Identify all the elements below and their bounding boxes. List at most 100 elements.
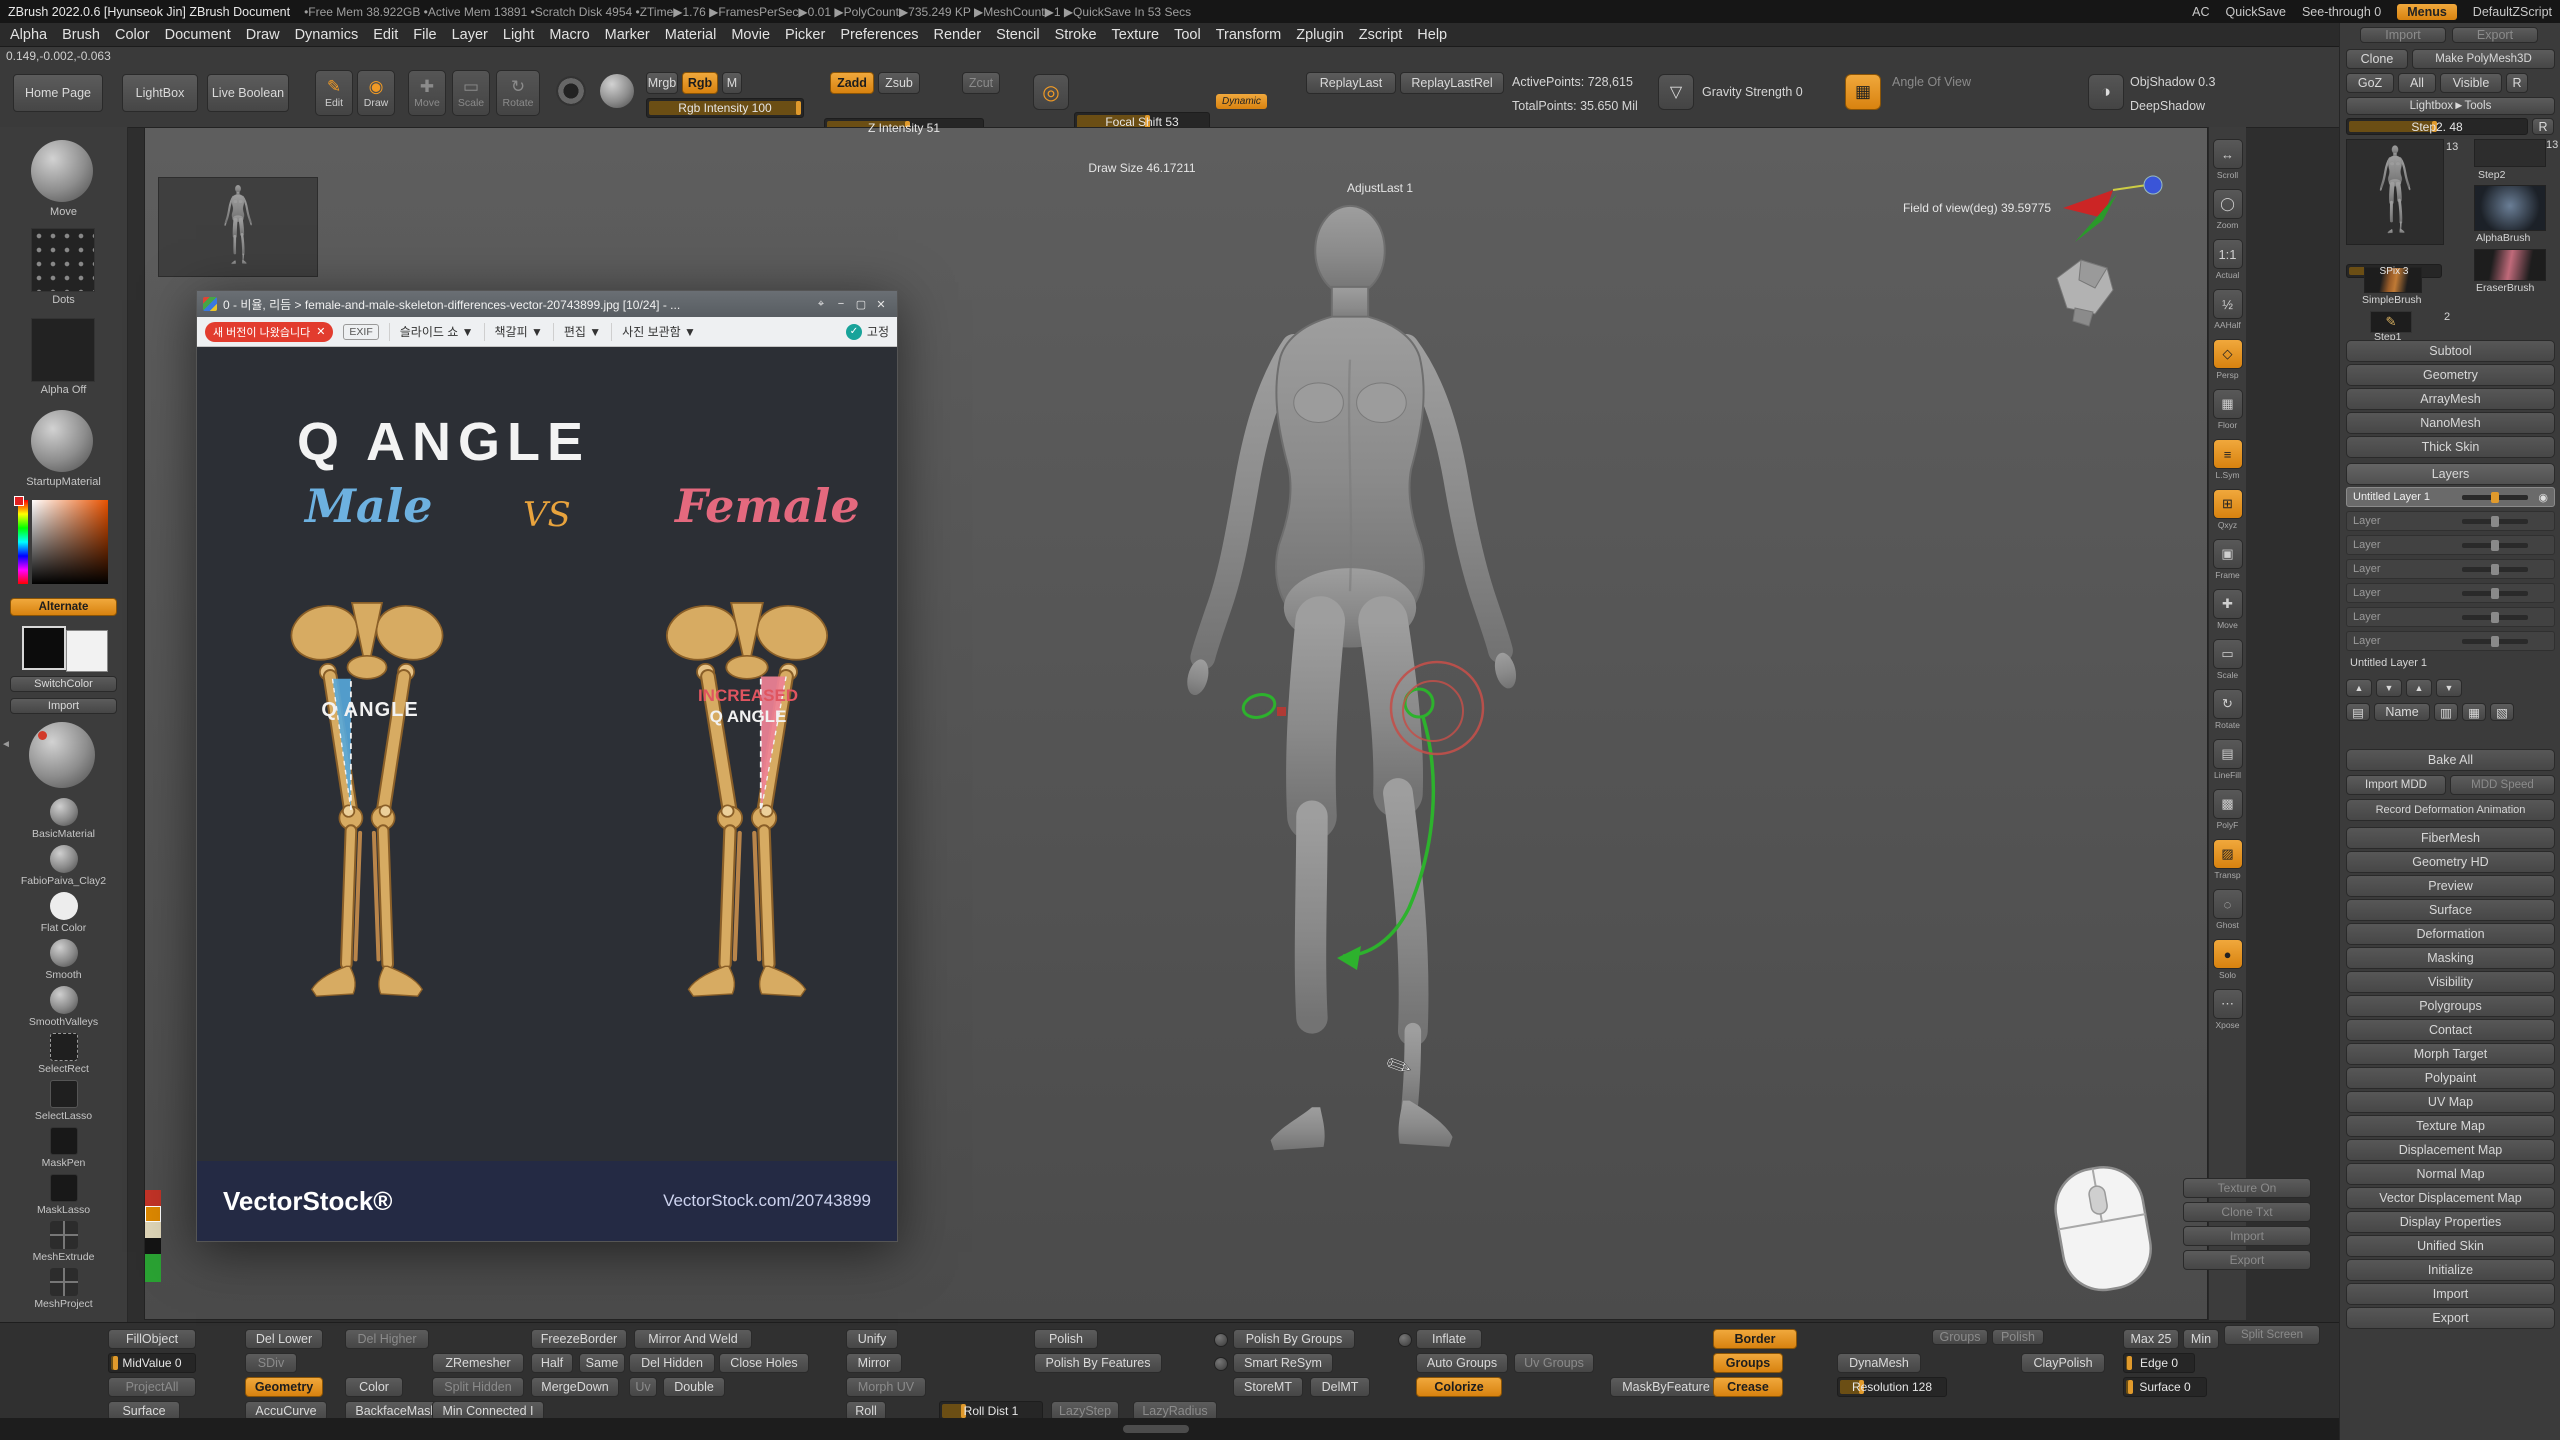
groups-button[interactable]: Groups: [1713, 1353, 1783, 1373]
right-shelf-item[interactable]: ◇ Persp: [2213, 339, 2243, 380]
replay-last-rel-button[interactable]: ReplayLastRel: [1400, 72, 1504, 94]
gravity-strength-slider[interactable]: Gravity Strength 0: [1702, 85, 1803, 99]
menu-item[interactable]: Edit: [373, 27, 398, 43]
inflate-slider[interactable]: Inflate: [1416, 1329, 1482, 1349]
left-shelf-item[interactable]: BasicMaterial: [8, 798, 119, 845]
menu-item[interactable]: Stencil: [996, 27, 1040, 43]
switch-color-button[interactable]: SwitchColor: [10, 676, 117, 692]
right-shelf-item[interactable]: ◯ Zoom: [2213, 189, 2243, 230]
bookmark-menu[interactable]: 책갈피 ▼: [495, 323, 543, 340]
alpha-icon[interactable]: [600, 74, 634, 108]
right-shelf-item[interactable]: ✚ Move: [2213, 589, 2243, 630]
right-shelf-icon[interactable]: ●: [2213, 939, 2243, 969]
clone-button[interactable]: Clone: [2346, 49, 2408, 69]
tool-section-header[interactable]: Geometry: [2346, 364, 2555, 386]
import-texture-button[interactable]: Import: [10, 698, 117, 714]
left-shelf-item[interactable]: Smooth: [8, 939, 119, 986]
menu-item[interactable]: Color: [115, 27, 150, 43]
left-shelf-item[interactable]: MaskLasso: [8, 1174, 119, 1221]
edit-menu[interactable]: 편집 ▼: [564, 323, 601, 340]
deep-shadow-button[interactable]: DeepShadow: [2130, 99, 2205, 113]
goz-button[interactable]: GoZ: [2346, 73, 2394, 93]
menu-item[interactable]: File: [413, 27, 436, 43]
color-picker[interactable]: [32, 500, 108, 584]
double-button[interactable]: Double: [663, 1377, 725, 1397]
left-shelf-item[interactable]: FabioPaiva_Clay2: [8, 845, 119, 892]
collapse-arrow[interactable]: ◄: [1, 739, 11, 750]
move-button[interactable]: ✚ Move: [408, 70, 446, 116]
alternate-button[interactable]: Alternate: [10, 598, 117, 616]
dots-stroke-thumb[interactable]: [31, 228, 95, 292]
texture-column-button[interactable]: Import: [2183, 1226, 2311, 1246]
right-shelf-icon[interactable]: 1:1: [2213, 239, 2243, 269]
import-mdd-button[interactable]: Import MDD: [2346, 775, 2446, 795]
right-shelf-item[interactable]: ▭ Scale: [2213, 639, 2243, 680]
swatch-beige[interactable]: [145, 1222, 161, 1238]
menu-item[interactable]: Macro: [549, 27, 589, 43]
secondary-color-swatch[interactable]: [66, 630, 108, 672]
uv-groups-button[interactable]: Uv Groups: [1514, 1353, 1594, 1373]
layer-icon-3[interactable]: ▧: [2490, 703, 2514, 721]
right-shelf-icon[interactable]: ↔: [2213, 139, 2243, 169]
layer-slider-handle[interactable]: [2491, 516, 2499, 527]
layer-arrow-button[interactable]: ▲: [2346, 679, 2372, 697]
split-hidden-button[interactable]: Split Hidden: [432, 1377, 524, 1397]
right-shelf-item[interactable]: ● Solo: [2213, 939, 2243, 980]
quick-color-strip[interactable]: [145, 1190, 161, 1282]
swatch-black[interactable]: [145, 1238, 161, 1254]
see-through-slider[interactable]: See-through 0: [2302, 5, 2381, 19]
bake-all-button[interactable]: Bake All: [2346, 749, 2555, 771]
stroke-preview-thumb[interactable]: [31, 140, 93, 202]
same-button[interactable]: Same: [579, 1353, 625, 1373]
focal-shift-icon[interactable]: ◎: [1033, 74, 1069, 110]
right-shelf-item[interactable]: ▩ PolyF: [2213, 789, 2243, 830]
mask-by-feature-button[interactable]: MaskByFeature: [1610, 1377, 1722, 1397]
lightbox-tools-header[interactable]: Lightbox►Tools: [2346, 97, 2555, 115]
tool-section-header[interactable]: Preview: [2346, 875, 2555, 897]
step2-slider[interactable]: Step2. 48: [2346, 118, 2528, 135]
tool-section-header[interactable]: Surface: [2346, 899, 2555, 921]
swatch-green[interactable]: [145, 1254, 161, 1282]
layer-row[interactable]: Layer: [2346, 583, 2555, 603]
texture-column-button[interactable]: Clone Txt: [2183, 1202, 2311, 1222]
border-button[interactable]: Border: [1713, 1329, 1797, 1349]
live-boolean-button[interactable]: Live Boolean: [207, 74, 289, 112]
layer-arrow-button[interactable]: ▼: [2436, 679, 2462, 697]
rgb-intensity-slider[interactable]: Rgb Intensity 100: [646, 98, 804, 118]
tool-section-header[interactable]: Texture Map: [2346, 1115, 2555, 1137]
menu-item[interactable]: Texture: [1112, 27, 1160, 43]
layers-section-header[interactable]: Layers: [2346, 463, 2555, 485]
swatch-orange[interactable]: [145, 1206, 161, 1222]
right-shelf-item[interactable]: ▦ Floor: [2213, 389, 2243, 430]
menu-item[interactable]: Material: [665, 27, 717, 43]
goz-all-button[interactable]: All: [2398, 73, 2436, 93]
right-shelf-icon[interactable]: ▨: [2213, 839, 2243, 869]
rgb-button[interactable]: Rgb: [682, 72, 718, 94]
menu-item[interactable]: Preferences: [840, 27, 918, 43]
rotate-button[interactable]: ↻ Rotate: [496, 70, 540, 116]
layer-icon-1[interactable]: ▥: [2434, 703, 2458, 721]
tool-section-header[interactable]: UV Map: [2346, 1091, 2555, 1113]
right-shelf-icon[interactable]: ⊞: [2213, 489, 2243, 519]
right-shelf-item[interactable]: ▣ Frame: [2213, 539, 2243, 580]
texture-column-button[interactable]: Texture On: [2183, 1178, 2311, 1198]
right-shelf-item[interactable]: ▤ LineFill: [2213, 739, 2243, 780]
right-shelf-icon[interactable]: ≡: [2213, 439, 2243, 469]
hue-bar[interactable]: [18, 500, 28, 584]
current-tool-thumb[interactable]: [2346, 139, 2444, 245]
replay-last-button[interactable]: ReplayLast: [1306, 72, 1396, 94]
split-screen-button[interactable]: Split Screen: [2224, 1325, 2320, 1345]
layer-row[interactable]: Layer: [2346, 511, 2555, 531]
min-button[interactable]: Min: [2183, 1329, 2219, 1349]
menu-item[interactable]: Render: [934, 27, 982, 43]
tool-section-header[interactable]: Normal Map: [2346, 1163, 2555, 1185]
right-shelf-item[interactable]: ↔ Scroll: [2213, 139, 2243, 180]
layer-slider-handle[interactable]: [2491, 588, 2499, 599]
tool-section-header[interactable]: Thick Skin: [2346, 436, 2555, 458]
polish-by-groups-button[interactable]: Polish By Groups: [1233, 1329, 1355, 1349]
sdiv-slider[interactable]: SDiv: [245, 1353, 297, 1373]
tool-section-header[interactable]: FiberMesh: [2346, 827, 2555, 849]
alphabrush-thumb[interactable]: [2474, 185, 2546, 231]
storemt-button[interactable]: StoreMT: [1233, 1377, 1303, 1397]
del-higher-button[interactable]: Del Higher: [345, 1329, 429, 1349]
